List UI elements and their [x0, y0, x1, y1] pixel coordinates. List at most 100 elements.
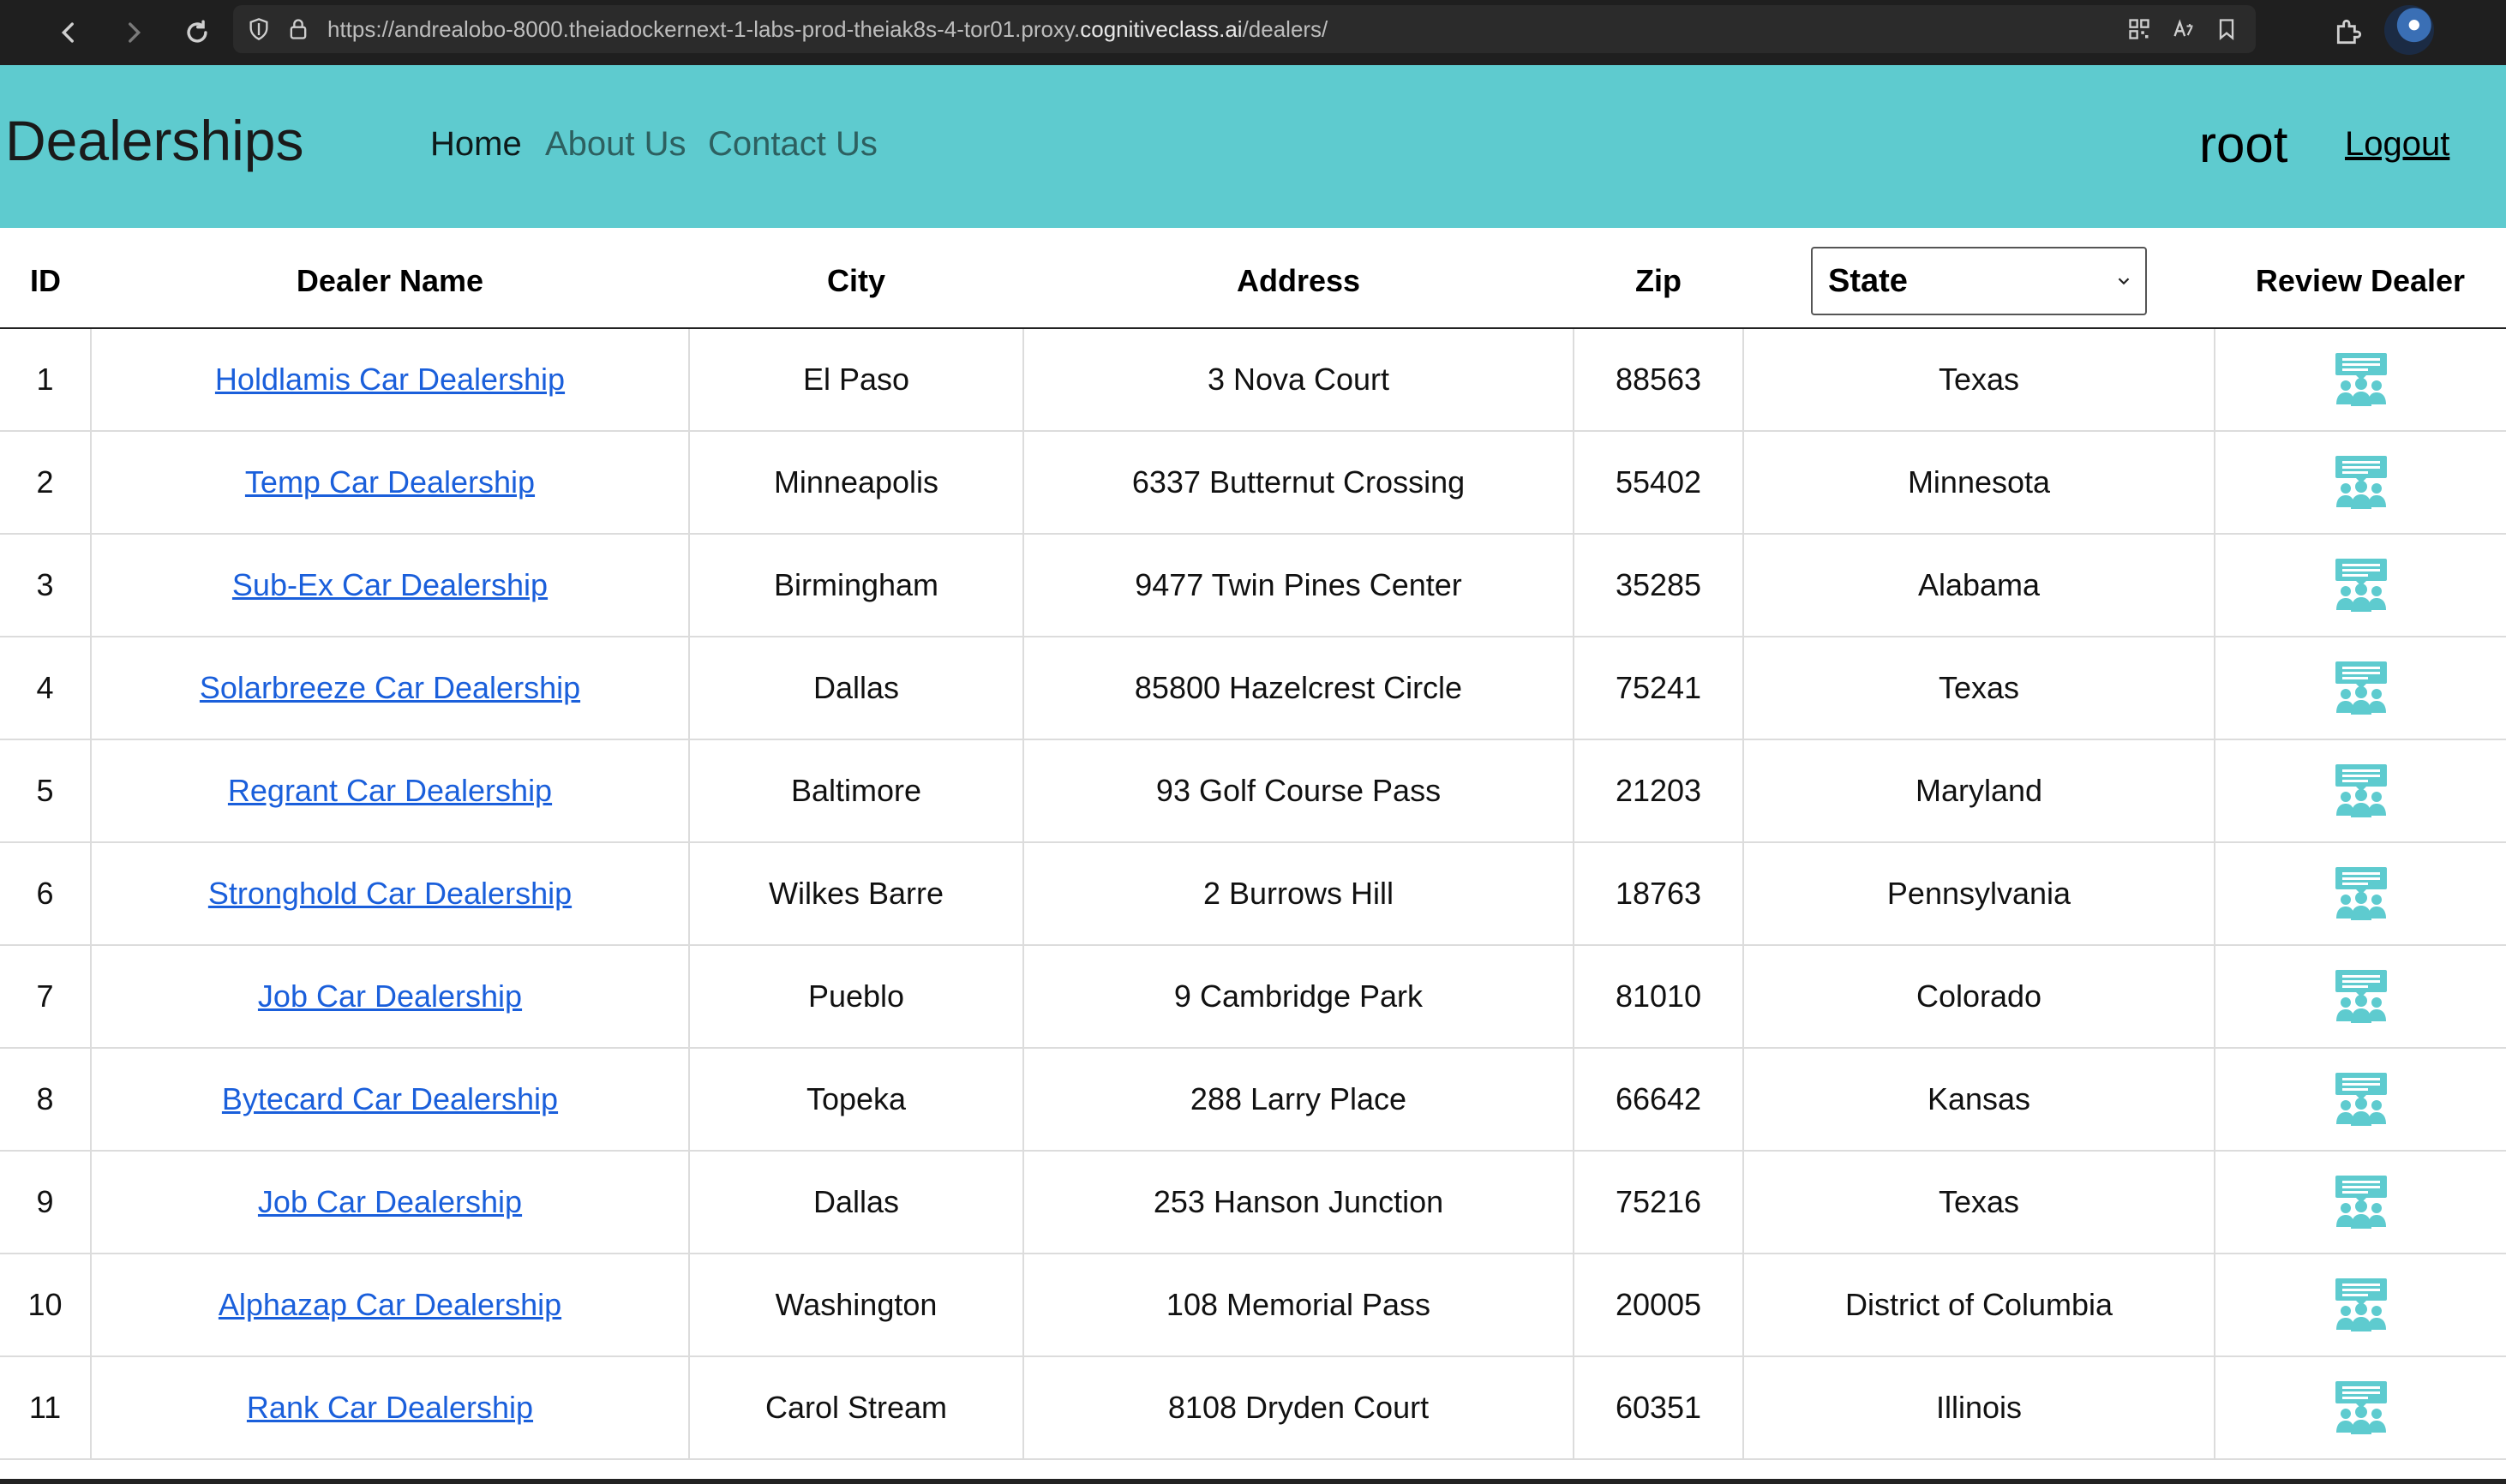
cell-state: Pennsylvania: [1742, 841, 2215, 946]
table-row: 1 Holdlamis Car Dealership El Paso 3 Nov…: [0, 327, 2506, 432]
address-bar[interactable]: https://andrealobo-8000.theiadockernext-…: [233, 5, 2256, 53]
cell-address: 253 Hanson Junction: [1022, 1150, 1574, 1254]
header-address: Address: [1023, 235, 1574, 329]
cell-address: 9 Cambridge Park: [1022, 944, 1574, 1049]
table-row: 4 Solarbreeze Car Dealership Dallas 8580…: [0, 636, 2506, 740]
qr-code-icon[interactable]: [2127, 17, 2151, 41]
logout-link[interactable]: Logout: [2345, 125, 2449, 164]
nav-link-about-us[interactable]: About Us: [545, 125, 686, 164]
cell-review: [2214, 739, 2506, 843]
dealer-name-link[interactable]: Holdlamis Car Dealership: [215, 362, 565, 397]
cell-id: 7: [0, 944, 92, 1049]
cell-review: [2214, 533, 2506, 637]
cell-dealer-name: Rank Car Dealership: [90, 1355, 690, 1460]
cell-city: Baltimore: [688, 739, 1024, 843]
cell-zip: 81010: [1573, 944, 1744, 1049]
cell-city: Dallas: [688, 636, 1024, 740]
dealers-table: ID Dealer Name City Address Zip State Re…: [0, 235, 2506, 1460]
cell-state: Texas: [1742, 327, 2215, 432]
cell-zip: 66642: [1573, 1047, 1744, 1152]
state-filter-select[interactable]: State: [1811, 247, 2147, 315]
dealer-name-link[interactable]: Stronghold Car Dealership: [208, 876, 572, 911]
review-people-icon[interactable]: [2334, 865, 2389, 922]
nav-link-home[interactable]: Home: [430, 125, 522, 164]
cell-zip: 20005: [1573, 1253, 1744, 1357]
reload-icon: [187, 20, 207, 43]
bookmark-icon[interactable]: [2215, 17, 2239, 41]
cell-zip: 18763: [1573, 841, 1744, 946]
dealer-name-link[interactable]: Bytecard Car Dealership: [222, 1081, 558, 1116]
cell-zip: 60351: [1573, 1355, 1744, 1460]
cell-zip: 21203: [1573, 739, 1744, 843]
review-people-icon[interactable]: [2334, 968, 2389, 1025]
cell-review: [2214, 841, 2506, 946]
nav-link-contact-us[interactable]: Contact Us: [708, 125, 878, 164]
cell-city: Washington: [688, 1253, 1024, 1357]
dealers-table-body: 1 Holdlamis Car Dealership El Paso 3 Nov…: [0, 327, 2506, 1460]
cell-id: 6: [0, 841, 92, 946]
cell-dealer-name: Regrant Car Dealership: [90, 739, 690, 843]
review-people-icon[interactable]: [2334, 1174, 2389, 1230]
cell-dealer-name: Temp Car Dealership: [90, 430, 690, 535]
url-prefix: https://andrealobo-8000.theiadockernext-…: [327, 16, 1081, 42]
cell-review: [2214, 327, 2506, 432]
cell-id: 10: [0, 1253, 92, 1357]
brand-title[interactable]: Dealerships: [5, 108, 304, 173]
review-people-icon[interactable]: [2334, 763, 2389, 819]
url-text[interactable]: https://andrealobo-8000.theiadockernext-…: [327, 5, 1328, 53]
translate-icon[interactable]: [2172, 17, 2196, 41]
cell-review: [2214, 1355, 2506, 1460]
cell-id: 8: [0, 1047, 92, 1152]
review-people-icon[interactable]: [2334, 660, 2389, 716]
header-state: State: [1743, 235, 2215, 329]
cell-state: Colorado: [1742, 944, 2215, 1049]
chevron-down-icon: [2118, 278, 2130, 285]
dealer-name-link[interactable]: Temp Car Dealership: [245, 464, 535, 500]
dealer-name-link[interactable]: Job Car Dealership: [258, 978, 522, 1014]
dealer-name-link[interactable]: Job Car Dealership: [258, 1184, 522, 1219]
cell-id: 9: [0, 1150, 92, 1254]
dealer-name-link[interactable]: Solarbreeze Car Dealership: [200, 670, 580, 705]
cell-state: Minnesota: [1742, 430, 2215, 535]
dealer-name-link[interactable]: Sub-Ex Car Dealership: [232, 567, 548, 602]
table-row: 11 Rank Car Dealership Carol Stream 8108…: [0, 1355, 2506, 1460]
back-button[interactable]: [45, 9, 93, 57]
cell-address: 8108 Dryden Court: [1022, 1355, 1574, 1460]
cell-dealer-name: Sub-Ex Car Dealership: [90, 533, 690, 637]
review-people-icon[interactable]: [2334, 1071, 2389, 1128]
cell-dealer-name: Stronghold Car Dealership: [90, 841, 690, 946]
table-row: 3 Sub-Ex Car Dealership Birmingham 9477 …: [0, 533, 2506, 637]
shield-icon[interactable]: [247, 17, 271, 41]
site-navbar: Dealerships Home About Us Contact Us roo…: [0, 65, 2506, 228]
review-people-icon[interactable]: [2334, 1379, 2389, 1436]
cell-id: 3: [0, 533, 92, 637]
cell-state: Kansas: [1742, 1047, 2215, 1152]
cell-address: 85800 Hazelcrest Circle: [1022, 636, 1574, 740]
cell-id: 5: [0, 739, 92, 843]
cell-zip: 35285: [1573, 533, 1744, 637]
dealer-name-link[interactable]: Alphazap Car Dealership: [219, 1287, 561, 1322]
lock-icon[interactable]: [286, 17, 310, 41]
cell-review: [2214, 1047, 2506, 1152]
review-people-icon[interactable]: [2334, 557, 2389, 613]
forward-button[interactable]: [110, 9, 158, 57]
reload-button[interactable]: [173, 9, 221, 57]
cell-review: [2214, 944, 2506, 1049]
cell-city: Carol Stream: [688, 1355, 1024, 1460]
dealer-name-link[interactable]: Regrant Car Dealership: [228, 773, 552, 808]
url-path: /dealers/: [1242, 16, 1328, 42]
cell-address: 108 Memorial Pass: [1022, 1253, 1574, 1357]
cell-dealer-name: Holdlamis Car Dealership: [90, 327, 690, 432]
review-people-icon[interactable]: [2334, 351, 2389, 408]
review-people-icon[interactable]: [2334, 454, 2389, 511]
cell-id: 11: [0, 1355, 92, 1460]
dealer-name-link[interactable]: Rank Car Dealership: [247, 1390, 533, 1425]
cell-address: 288 Larry Place: [1022, 1047, 1574, 1152]
header-dealer-name: Dealer Name: [91, 235, 689, 329]
review-people-icon[interactable]: [2334, 1277, 2389, 1333]
header-review-dealer: Review Dealer: [2215, 235, 2506, 329]
table-row: 10 Alphazap Car Dealership Washington 10…: [0, 1253, 2506, 1357]
cell-state: District of Columbia: [1742, 1253, 2215, 1357]
profile-avatar[interactable]: [2384, 5, 2434, 55]
extensions-puzzle-icon[interactable]: [2333, 15, 2365, 48]
